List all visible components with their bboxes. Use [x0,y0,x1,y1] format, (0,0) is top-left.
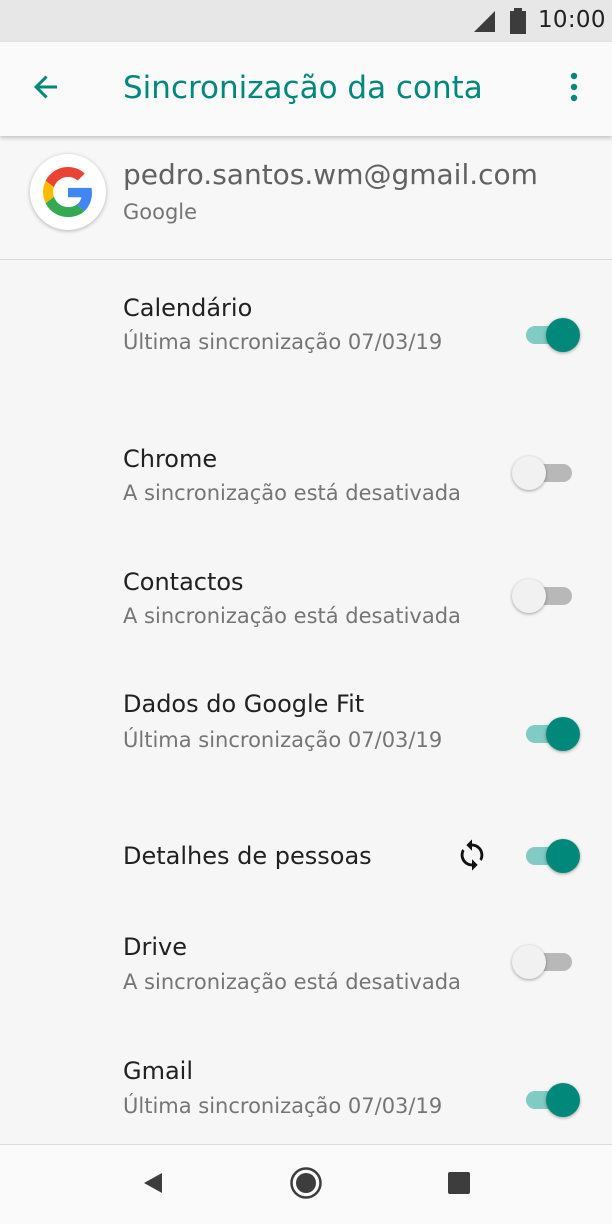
sync-item-label: Contactos [123,568,244,596]
sync-item-label: Dados do Google Fit [123,690,365,718]
sync-item-google-fit[interactable]: Dados do Google Fit Última sincronização… [0,656,612,808]
more-vert-icon [569,72,579,106]
sync-icon [453,836,491,874]
sync-toggle-contactos[interactable] [512,576,580,616]
sync-item-label: Detalhes de pessoas [123,842,372,870]
sync-item-label: Chrome [123,445,218,473]
nav-recents-button[interactable] [439,1165,479,1205]
sync-item-status: Última sincronização 07/03/19 [123,330,443,354]
sync-item-label: Drive [123,933,187,961]
sync-toggle-chrome[interactable] [512,453,580,493]
status-bar: 10:00 [0,0,612,42]
back-button[interactable] [22,65,70,113]
triangle-back-icon [141,1171,165,1199]
sync-item-status: A sincronização está desativada [123,481,461,505]
sync-item-label: Calendário [123,294,253,322]
account-header: pedro.santos.wm@gmail.com Google [0,136,612,260]
status-time: 10:00 [538,7,606,33]
circle-home-icon [289,1166,323,1204]
nav-home-button[interactable] [286,1165,326,1205]
signal-icon [472,9,496,37]
system-nav-bar [0,1144,612,1224]
sync-toggle-detalhes-pessoas[interactable] [518,836,580,876]
nav-back-button[interactable] [133,1165,173,1205]
sync-item-status: A sincronização está desativada [123,604,461,628]
app-bar: Sincronização da conta [0,42,612,136]
google-logo-icon [30,154,106,230]
sync-item-contactos[interactable]: Contactos A sincronização está desativad… [0,532,612,656]
sync-item-drive[interactable]: Drive A sincronização está desativada [0,908,612,1030]
sync-toggle-google-fit[interactable] [518,714,580,754]
square-recents-icon [447,1171,471,1199]
sync-toggle-drive[interactable] [512,942,580,982]
overflow-menu-button[interactable] [554,65,594,113]
arrow-back-icon [30,71,62,107]
sync-item-status: Última sincronização 07/03/19 [123,1094,443,1118]
sync-item-status: Última sincronização 07/03/19 [123,728,443,752]
sync-toggle-gmail[interactable] [518,1080,580,1120]
sync-item-chrome[interactable]: Chrome A sincronização está desativada [0,412,612,532]
sync-item-detalhes-pessoas[interactable]: Detalhes de pessoas [0,808,612,908]
sync-item-gmail[interactable]: Gmail Última sincronização 07/03/19 [0,1030,612,1144]
sync-item-calendario[interactable]: Calendário Última sincronização 07/03/19 [0,260,612,412]
account-provider: Google [123,200,198,224]
account-email: pedro.santos.wm@gmail.com [123,158,538,191]
sync-item-status: A sincronização está desativada [123,970,461,994]
battery-icon [509,8,527,38]
sync-toggle-calendario[interactable] [518,315,580,355]
sync-item-label: Gmail [123,1057,194,1085]
page-title: Sincronização da conta [123,70,483,106]
